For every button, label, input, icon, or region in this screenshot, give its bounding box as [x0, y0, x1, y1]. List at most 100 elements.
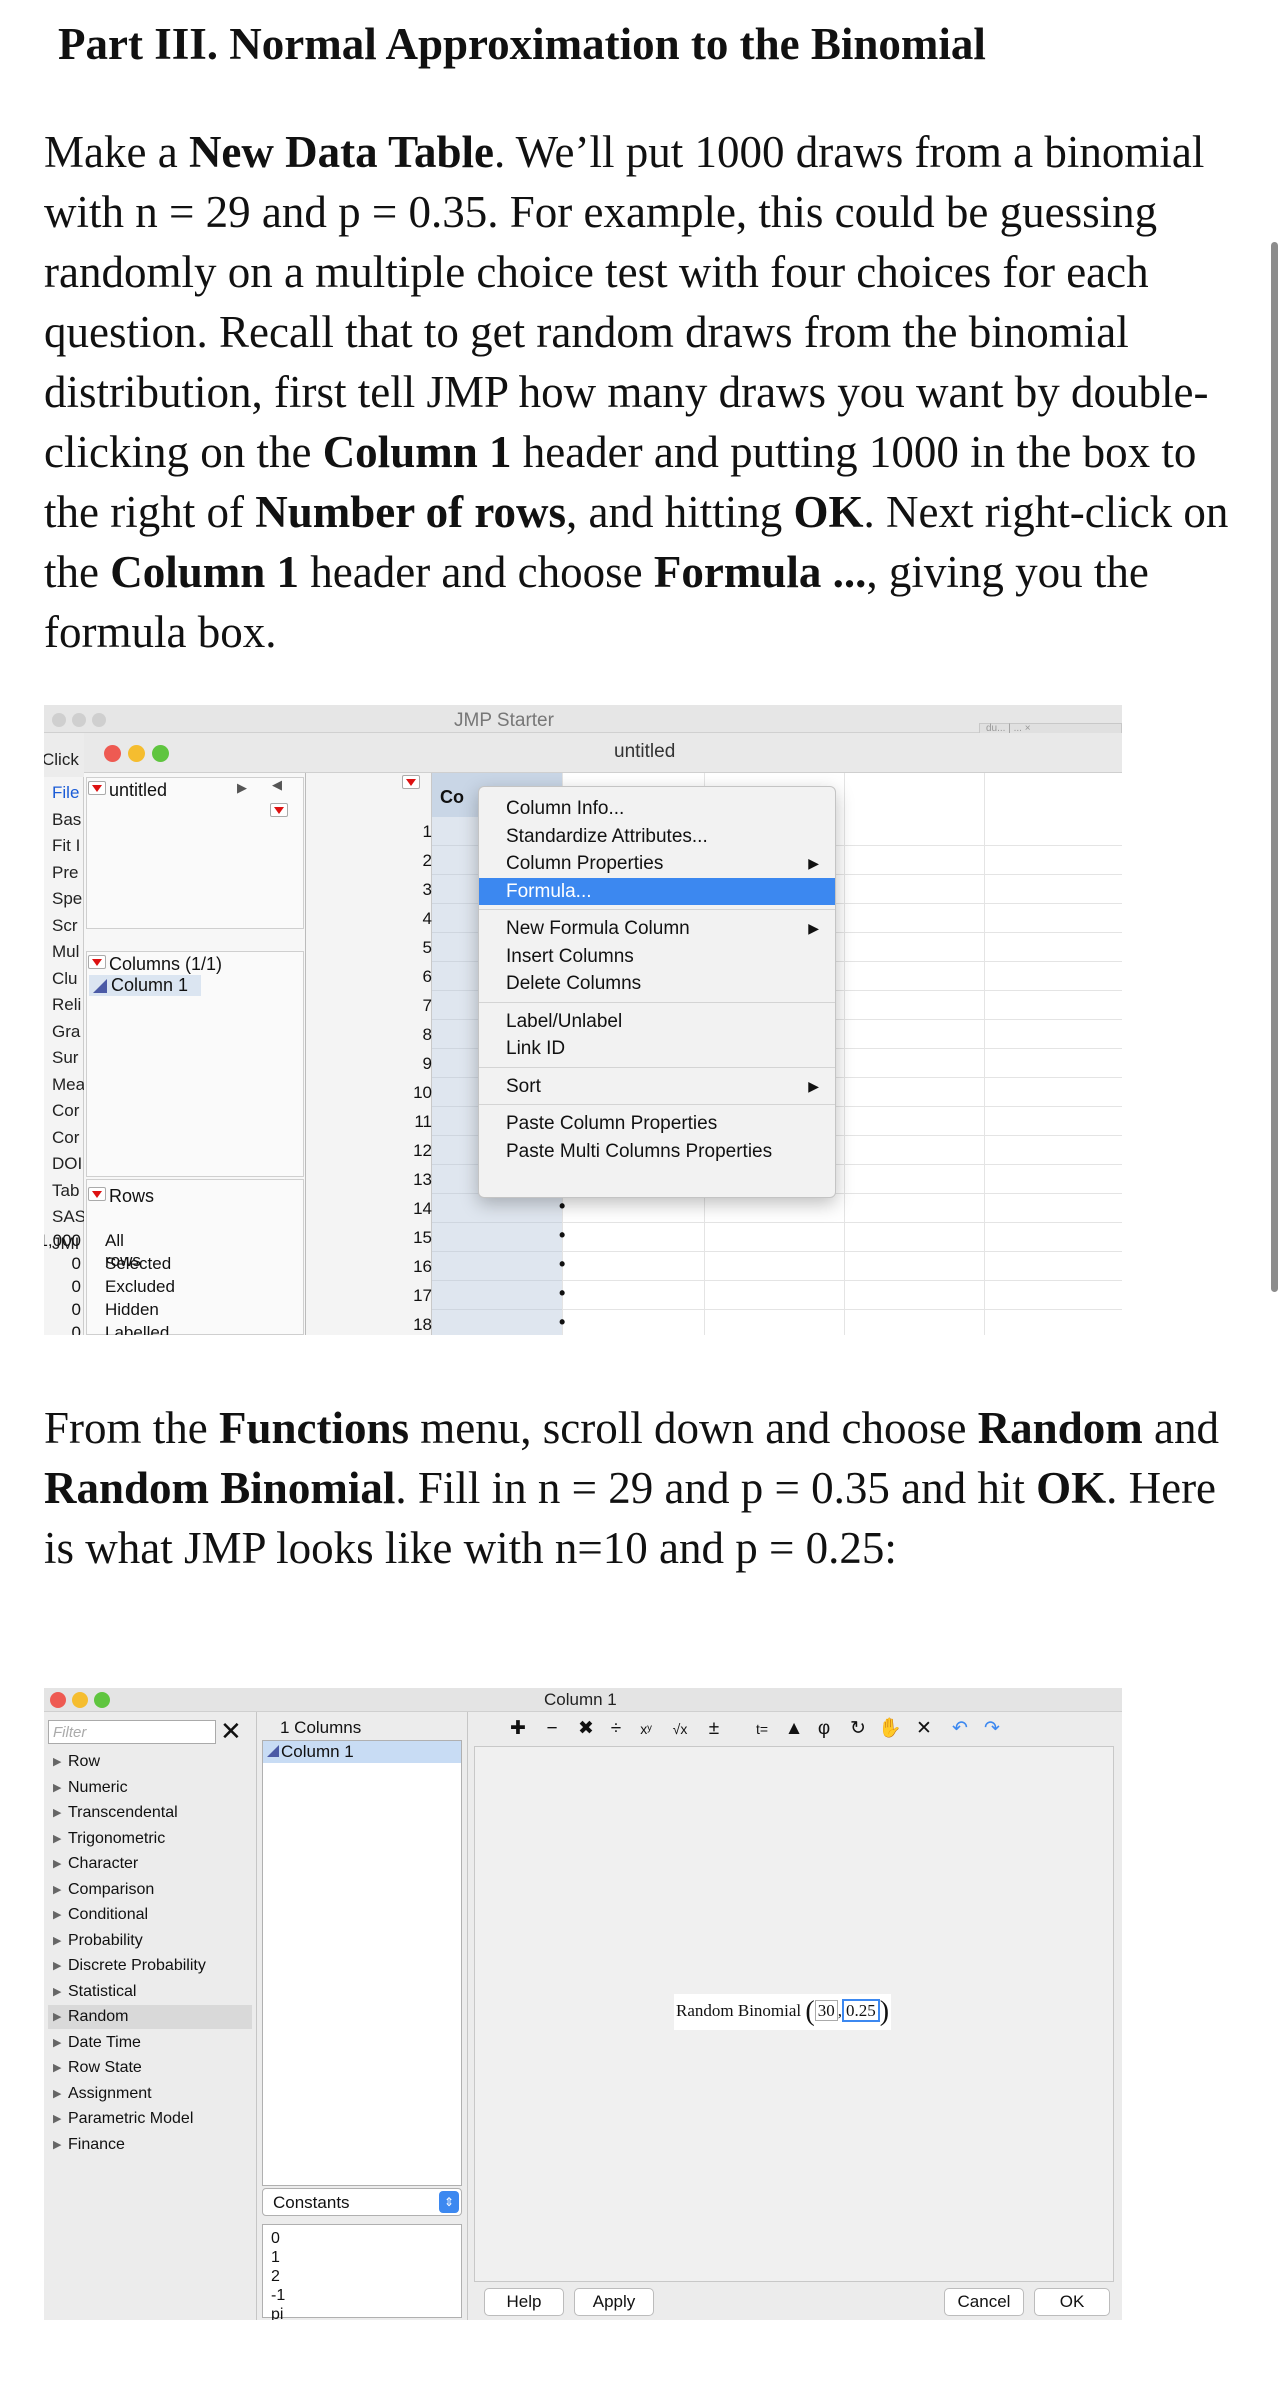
plus-minus-icon[interactable]: ± [700, 1716, 728, 1742]
column-1-item[interactable]: Column 1 [263, 1741, 461, 1763]
function-group-item[interactable]: Row [48, 1750, 252, 1774]
starter-category-item[interactable]: Sur [52, 1048, 84, 1068]
menu-item[interactable]: Link ID [479, 1035, 835, 1062]
menu-item[interactable]: Delete Columns [479, 970, 835, 997]
zoom-icon[interactable] [152, 745, 169, 762]
zoom-icon[interactable] [94, 1692, 110, 1708]
p-argument[interactable]: 0.25 [841, 1999, 880, 2022]
menu-item[interactable]: Column Info... [479, 795, 835, 822]
starter-category-item[interactable]: SAS [52, 1207, 84, 1227]
starter-category-item[interactable]: Gra [52, 1022, 84, 1042]
menu-item[interactable]: Paste Multi Columns Properties [479, 1138, 835, 1165]
constants-dropdown[interactable]: Constants ⇕ [262, 2188, 462, 2216]
table-cell[interactable] [432, 1252, 562, 1281]
row-number[interactable]: 15 [352, 1228, 432, 1248]
menu-item[interactable]: Standardize Attributes... [479, 823, 835, 850]
column-1-item[interactable]: Column 1 [89, 975, 201, 996]
function-group-item[interactable]: Transcendental [48, 1801, 252, 1825]
function-group-item[interactable]: Row State [48, 2056, 252, 2080]
close-icon[interactable] [50, 1692, 66, 1708]
function-group-item[interactable]: Date Time [48, 2031, 252, 2055]
constant-item[interactable]: pi [271, 2305, 453, 2320]
table-cell[interactable] [432, 1281, 562, 1310]
hand-icon[interactable]: ✋ [876, 1716, 904, 1742]
function-group-item[interactable]: Random [48, 2005, 252, 2029]
multiply-icon[interactable]: ✖ [572, 1716, 600, 1742]
rows-header[interactable]: Rows [87, 1184, 303, 1207]
row-number[interactable]: 5 [352, 938, 432, 958]
function-group-item[interactable]: Numeric [48, 1776, 252, 1800]
expand-icon[interactable]: ▶ [237, 780, 247, 796]
function-group-item[interactable]: Conditional [48, 1903, 252, 1927]
row-number[interactable]: 12 [352, 1141, 432, 1161]
function-group-item[interactable]: Trigonometric [48, 1827, 252, 1851]
row-number[interactable]: 9 [352, 1054, 432, 1074]
power-icon[interactable]: xʸ [632, 1716, 660, 1742]
function-group-item[interactable]: Discrete Probability [48, 1954, 252, 1978]
function-filter-input[interactable]: Filter [48, 1720, 216, 1744]
function-group-item[interactable]: Statistical [48, 1980, 252, 2004]
constant-item[interactable]: 2 [271, 2267, 453, 2286]
function-group-item[interactable]: Character [48, 1852, 252, 1876]
starter-category-item[interactable]: Bas [52, 810, 84, 830]
row-number[interactable]: 14 [352, 1199, 432, 1219]
menu-item[interactable]: New Formula Column ▶ [479, 915, 835, 942]
red-triangle-icon[interactable] [402, 775, 420, 789]
function-group-item[interactable]: Probability [48, 1929, 252, 1953]
table-cell[interactable] [432, 1310, 562, 1335]
redo-icon[interactable]: ↷ [978, 1716, 1006, 1742]
minimize-icon[interactable] [128, 745, 145, 762]
root-icon[interactable]: √x [666, 1716, 694, 1742]
row-number[interactable]: 4 [352, 909, 432, 929]
lasso-icon[interactable]: φ [810, 1716, 838, 1742]
row-number[interactable]: 3 [352, 880, 432, 900]
columns-header[interactable]: Columns (1/1) [87, 952, 303, 975]
clear-filter-icon[interactable]: ✕ [220, 1716, 242, 1747]
red-triangle-icon[interactable] [88, 1187, 106, 1201]
menu-item[interactable]: Label/Unlabel [479, 1008, 835, 1035]
row-number[interactable]: 7 [352, 996, 432, 1016]
starter-category-item[interactable]: Cor [52, 1101, 84, 1121]
starter-category-item[interactable]: Pre [52, 863, 84, 883]
red-triangle-icon[interactable] [88, 781, 106, 795]
starter-category-item[interactable]: Tab [52, 1181, 84, 1201]
row-number[interactable]: 13 [352, 1170, 432, 1190]
row-number[interactable]: 10 [352, 1083, 432, 1103]
menu-item[interactable]: Insert Columns [479, 943, 835, 970]
ok-button[interactable]: OK [1034, 2288, 1110, 2316]
starter-category-item[interactable]: File [52, 783, 84, 803]
table-cell[interactable] [432, 1223, 562, 1252]
red-triangle-icon[interactable] [270, 803, 288, 817]
row-number[interactable]: 16 [352, 1257, 432, 1277]
starter-category-item[interactable]: Mul [52, 942, 84, 962]
minimize-icon[interactable] [72, 1692, 88, 1708]
constant-item[interactable]: -1 [271, 2286, 453, 2305]
peel-icon[interactable]: ↻ [844, 1716, 872, 1742]
function-group-item[interactable]: Assignment [48, 2082, 252, 2106]
constant-item[interactable]: 0 [271, 2229, 453, 2248]
starter-category-item[interactable]: Mea [52, 1075, 84, 1095]
menu-item[interactable]: Sort ▶ [479, 1073, 835, 1100]
table-cell[interactable] [432, 1194, 562, 1223]
starter-category-item[interactable]: Scr [52, 916, 84, 936]
plus-icon[interactable]: ✚ [504, 1716, 532, 1742]
n-argument[interactable]: 30 [814, 2000, 838, 2021]
formula-expression[interactable]: Random Binomial (30, 0.25) [674, 1994, 892, 2030]
row-number[interactable]: 8 [352, 1025, 432, 1045]
row-number[interactable]: 17 [352, 1286, 432, 1306]
help-button[interactable]: Help [484, 2288, 564, 2316]
starter-category-item[interactable]: Spe [52, 889, 84, 909]
constant-item[interactable]: 1 [271, 2248, 453, 2267]
delete-icon[interactable]: ✕ [910, 1716, 938, 1742]
caret-icon[interactable]: ▲ [780, 1716, 808, 1742]
row-number[interactable]: 18 [352, 1315, 432, 1335]
menu-item[interactable]: Formula... [479, 877, 835, 905]
apply-button[interactable]: Apply [574, 2288, 654, 2316]
collapse-left-icon[interactable]: ◀ [272, 777, 282, 793]
starter-category-item[interactable]: Reli [52, 995, 84, 1015]
function-group-item[interactable]: Finance [48, 2133, 252, 2157]
row-number[interactable]: 6 [352, 967, 432, 987]
row-number[interactable]: 2 [352, 851, 432, 871]
table-dropdown[interactable]: untitled ▶ [87, 778, 303, 801]
close-icon[interactable] [104, 745, 121, 762]
